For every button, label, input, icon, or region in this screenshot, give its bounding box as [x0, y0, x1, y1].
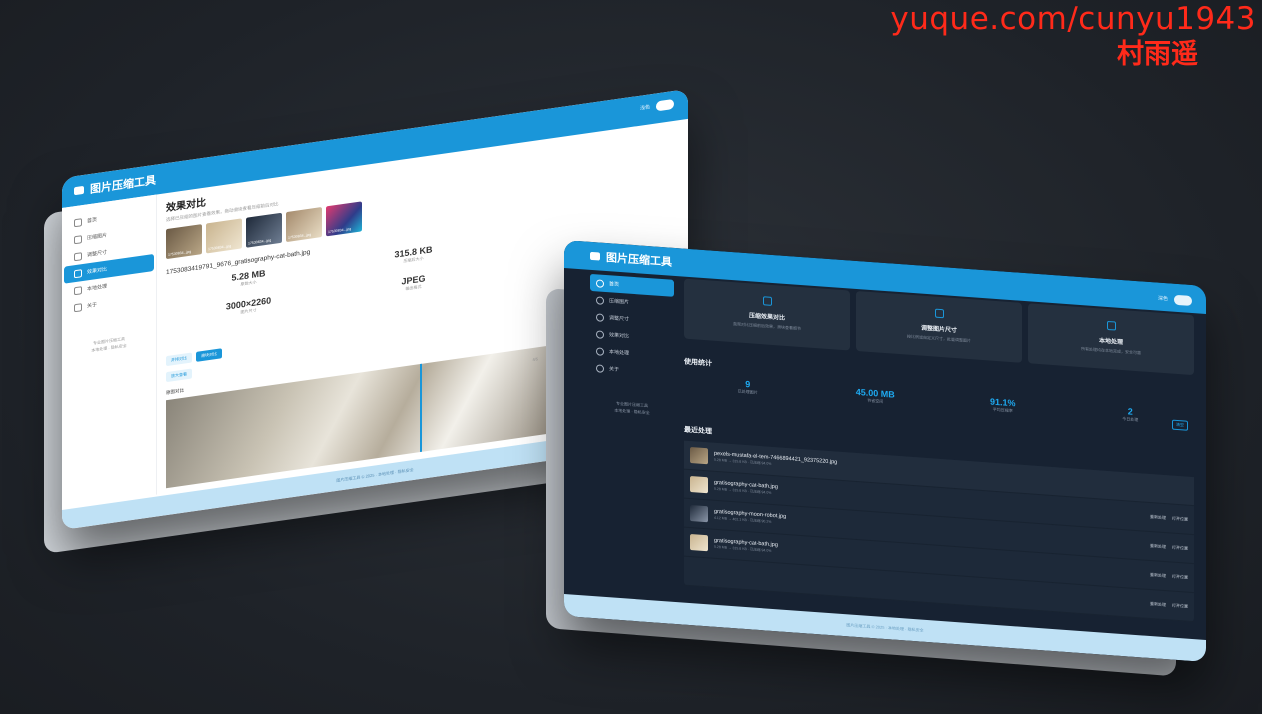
- resize-icon: [74, 251, 82, 261]
- usage-stat-saved: 45.00 MB 节省空间: [855, 386, 895, 404]
- side-by-side-button[interactable]: 并排对比: [166, 352, 192, 367]
- thumbnail[interactable]: 17530834...jpg: [246, 212, 282, 248]
- thumbnail[interactable]: 17530834...jpg: [166, 224, 202, 260]
- main-content: 压缩效果对比 直观对比压缩前后效果，滑块查看细节 调整图片尺寸 按比例或自定义尺…: [684, 278, 1194, 623]
- feature-card-compare[interactable]: 压缩效果对比 直观对比压缩前后效果，滑块查看细节: [684, 278, 850, 351]
- info-icon: [596, 363, 604, 373]
- sidebar-footer: 专业图片压缩工具 本地处理 · 隐私安全: [91, 336, 127, 353]
- sidebar: 首页 压缩图片 调整尺寸 效果对比 本地处理 关于 专业图片压缩工具 本地处理 …: [590, 270, 674, 596]
- feature-card-resize[interactable]: 调整图片尺寸 按比例或自定义尺寸，批量调整图片: [856, 290, 1022, 363]
- reprocess-button[interactable]: 重新处理: [1150, 543, 1166, 550]
- compress-icon: [74, 234, 82, 244]
- app-title: 图片压缩工具: [606, 252, 672, 269]
- open-location-button[interactable]: 打开位置: [1172, 603, 1188, 610]
- compare-icon: [74, 268, 82, 278]
- open-location-button[interactable]: 打开位置: [1172, 516, 1188, 523]
- reprocess-button[interactable]: 重新处理: [1150, 601, 1166, 608]
- open-location-button[interactable]: 打开位置: [1172, 574, 1188, 581]
- reprocess-button[interactable]: 重新处理: [1150, 514, 1166, 521]
- usage-stat-processed: 9 已处理图片: [737, 378, 758, 395]
- slider-compare-button[interactable]: 滑块对比: [196, 348, 222, 362]
- app-logo-icon: [74, 185, 84, 196]
- thumbnail[interactable]: 17530834...jpg: [286, 206, 322, 243]
- recent-list: pexels-mustafa-el-tem-7466894421_9237522…: [684, 440, 1194, 623]
- feature-card-local[interactable]: 本地处理 所有处理均在本地完成，安全可靠: [1028, 303, 1194, 376]
- resize-icon: [934, 308, 944, 319]
- file-thumbnail: [690, 505, 708, 523]
- sidebar-footer: 专业图片压缩工具 本地处理 · 隐私安全: [614, 400, 650, 416]
- usage-stat-today: 2 今日处理: [1122, 406, 1139, 423]
- local-icon: [74, 285, 82, 295]
- watermark-author: 村雨遥: [1117, 39, 1198, 70]
- lock-icon: [1106, 320, 1116, 331]
- zoom-button[interactable]: 放大查看: [166, 368, 192, 383]
- compare-slider-handle[interactable]: [420, 363, 422, 453]
- file-thumbnail: [690, 447, 708, 465]
- theme-toggle-label: 深色: [1157, 295, 1168, 303]
- compare-icon: [762, 296, 772, 306]
- info-icon: [74, 302, 82, 312]
- compare-icon: [596, 329, 604, 339]
- resize-icon: [596, 312, 604, 322]
- usage-stat-ratio: 91.1% 平均压缩率: [989, 396, 1016, 414]
- thumbnail[interactable]: 17530834...jpg: [206, 218, 242, 254]
- compress-icon: [596, 295, 604, 305]
- file-thumbnail: [690, 476, 708, 494]
- clear-stats-button[interactable]: 清空: [1172, 419, 1188, 431]
- home-icon: [74, 217, 82, 227]
- home-icon: [596, 278, 604, 288]
- page-indicator: 4/5: [532, 356, 538, 363]
- sidebar: 首页 压缩图片 调整尺寸 效果对比 本地处理 关于 专业图片压缩工具 本地处理 …: [62, 194, 157, 508]
- dark-window: 图片压缩工具 深色 首页 压缩图片 调整尺寸 效果对比 本地处理 关于 专业图片…: [564, 240, 1206, 663]
- local-icon: [596, 346, 604, 356]
- reprocess-button[interactable]: 重新处理: [1150, 572, 1166, 579]
- theme-toggle[interactable]: [1174, 294, 1192, 307]
- app-title: 图片压缩工具: [90, 174, 156, 197]
- app-logo-icon: [590, 251, 600, 261]
- thumbnail[interactable]: 17530834...jpg: [326, 201, 362, 237]
- theme-toggle-label: 浅色: [639, 104, 650, 112]
- open-location-button[interactable]: 打开位置: [1172, 545, 1188, 552]
- watermark: yuque.com/cunyu1943 村雨遥: [890, 1, 1256, 70]
- file-thumbnail: [690, 534, 708, 552]
- watermark-url: yuque.com/cunyu1943: [890, 1, 1256, 37]
